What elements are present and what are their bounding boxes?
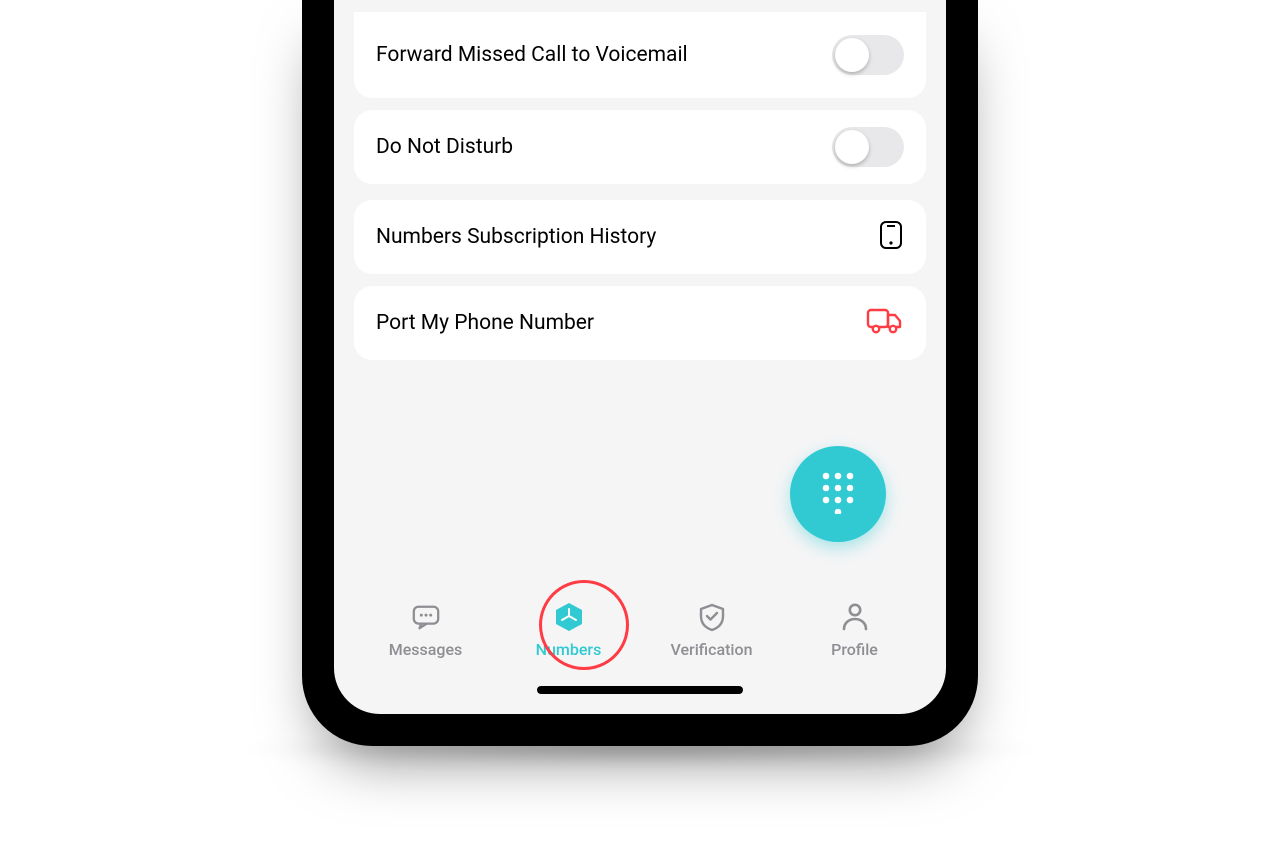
dialpad-fab[interactable] <box>790 446 886 542</box>
chat-icon <box>411 602 441 632</box>
truck-icon <box>866 307 904 339</box>
tab-messages-label: Messages <box>389 640 463 659</box>
row-subscription-history[interactable]: Numbers Subscription History <box>354 200 926 274</box>
home-indicator <box>537 686 743 694</box>
tab-messages[interactable]: Messages <box>354 578 497 714</box>
phone-screen: Forward Missed Call to Voicemail Do Not … <box>334 0 946 714</box>
row-dnd: Do Not Disturb <box>354 110 926 184</box>
shield-check-icon <box>697 602 727 632</box>
tab-profile[interactable]: Profile <box>783 578 926 714</box>
row-port-number[interactable]: Port My Phone Number <box>354 286 926 360</box>
settings-list: Forward Missed Call to Voicemail Do Not … <box>334 0 946 380</box>
tab-numbers-label: Numbers <box>536 640 602 659</box>
cube-icon <box>554 602 584 632</box>
phone-mockup: Forward Missed Call to Voicemail Do Not … <box>302 0 978 746</box>
row-dnd-label: Do Not Disturb <box>376 135 513 159</box>
row-port-number-label: Port My Phone Number <box>376 311 594 335</box>
tab-profile-label: Profile <box>831 640 878 659</box>
toggle-forward-missed[interactable] <box>832 35 904 75</box>
row-forward-missed: Forward Missed Call to Voicemail <box>354 12 926 98</box>
profile-icon <box>840 602 870 632</box>
dialpad-icon <box>818 470 858 518</box>
device-icon <box>878 220 904 254</box>
row-forward-missed-label: Forward Missed Call to Voicemail <box>376 43 688 67</box>
toggle-dnd[interactable] <box>832 127 904 167</box>
phone-frame: Forward Missed Call to Voicemail Do Not … <box>302 0 978 746</box>
tab-verification-label: Verification <box>670 640 752 659</box>
row-subscription-history-label: Numbers Subscription History <box>376 225 656 249</box>
